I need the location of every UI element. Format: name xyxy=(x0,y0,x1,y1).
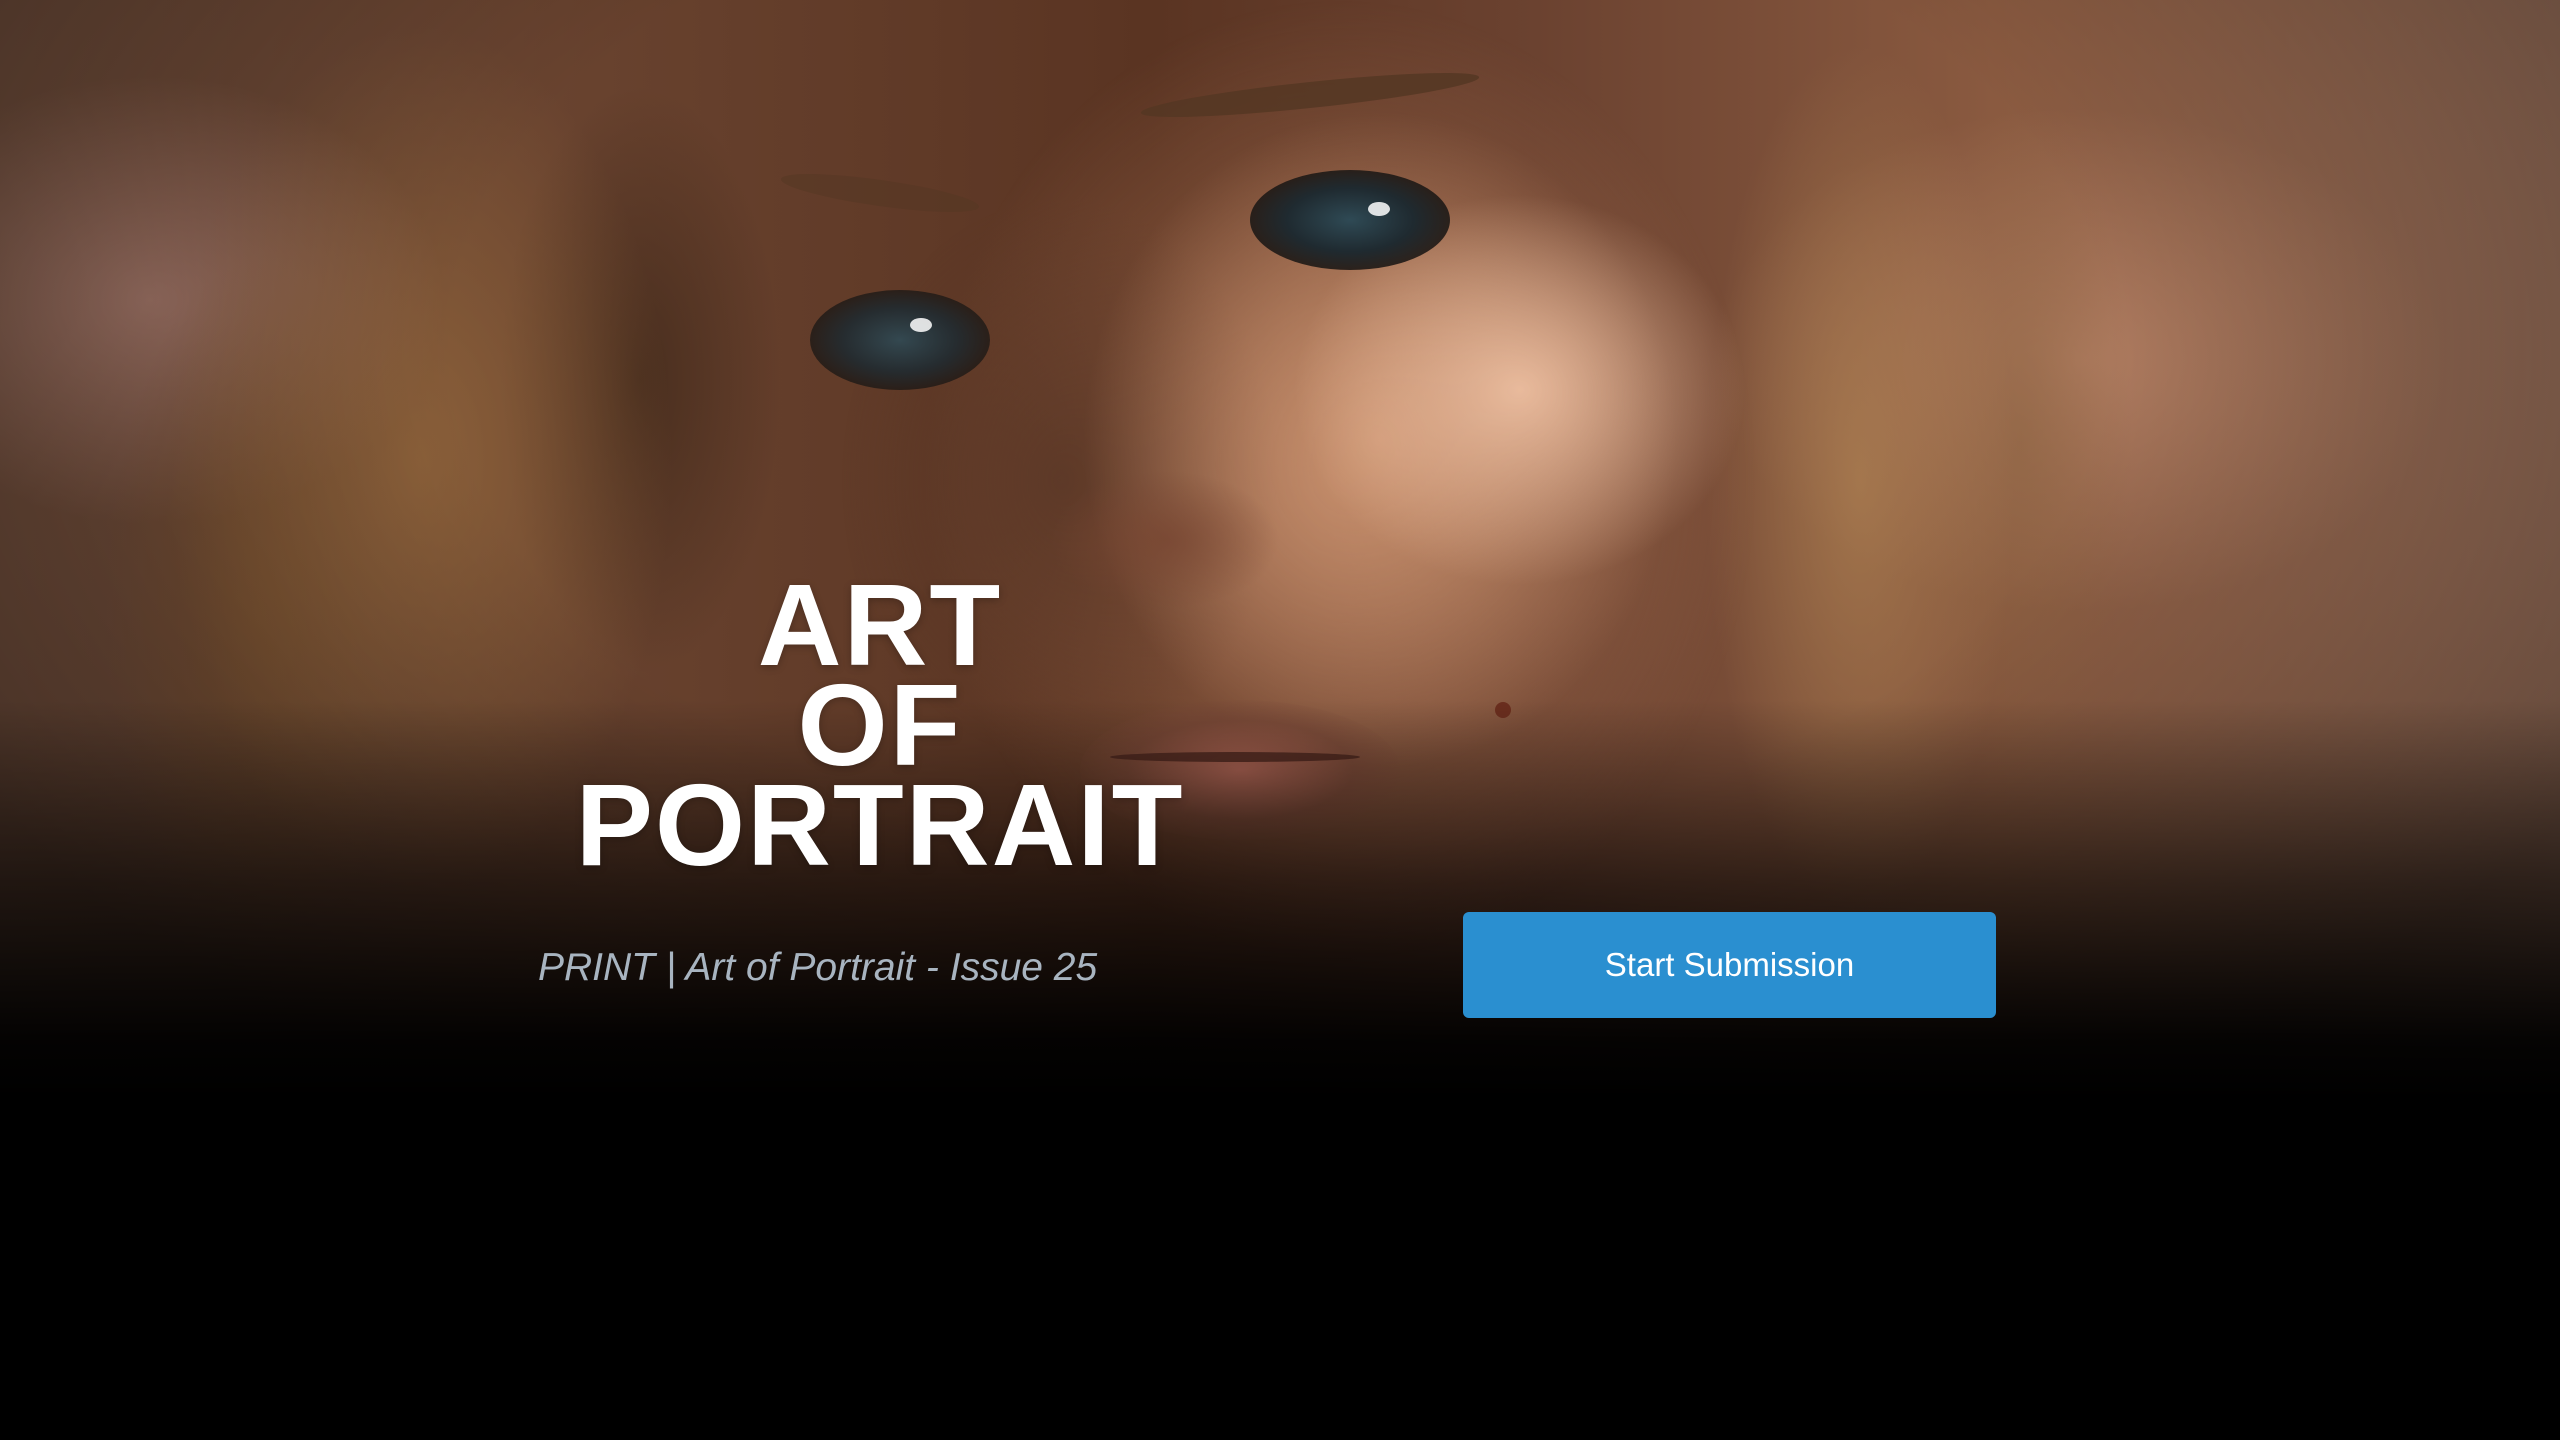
landing-page: ART OF PORTRAIT PRINT | Art of Portrait … xyxy=(0,0,2560,1440)
issue-subtitle: PRINT | Art of Portrait - Issue 25 xyxy=(538,946,1098,989)
hero-portrait-photo xyxy=(0,0,2560,1100)
hero-bottom-fade xyxy=(0,700,2560,1100)
page-title: ART OF PORTRAIT xyxy=(480,567,1280,890)
start-submission-button[interactable]: Start Submission xyxy=(1463,912,1996,1018)
title-line-portrait: PORTRAIT xyxy=(575,760,1185,890)
